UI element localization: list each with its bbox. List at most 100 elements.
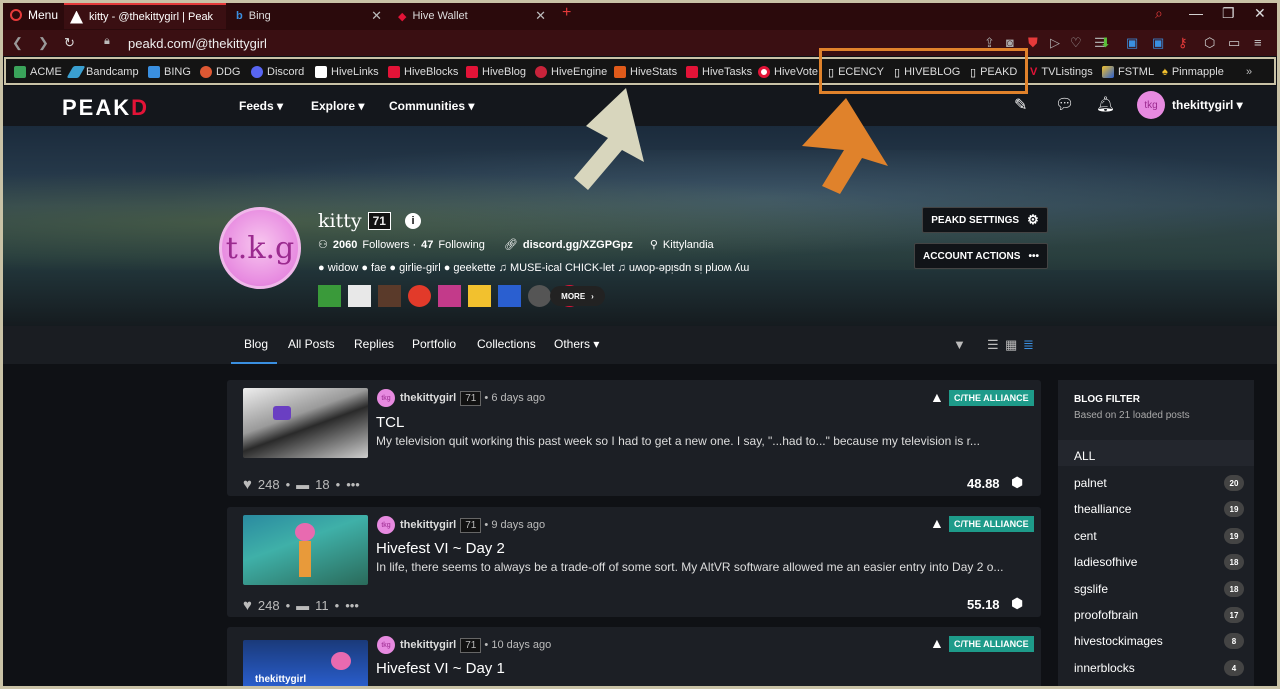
- close-tab-icon[interactable]: ✕: [535, 8, 546, 24]
- bookmark-hivetasks[interactable]: HiveTasks: [686, 64, 752, 80]
- post-thumbnail[interactable]: [243, 515, 368, 585]
- nav-communities[interactable]: Communities ▾: [389, 99, 474, 113]
- community-tag[interactable]: C/THE ALLIANCE: [949, 390, 1034, 406]
- bookmark-acme[interactable]: ACME: [14, 64, 62, 80]
- account-actions-button[interactable]: ACCOUNT ACTIONS •••: [914, 243, 1048, 269]
- post-title[interactable]: TCL: [376, 414, 404, 431]
- post-title[interactable]: Hivefest VI ~ Day 1: [376, 660, 505, 677]
- extension-icon[interactable]: ▣: [1126, 35, 1138, 51]
- forward-icon[interactable]: ❯: [38, 35, 49, 51]
- following-count[interactable]: 47: [421, 239, 433, 251]
- info-icon[interactable]: i: [404, 213, 421, 229]
- badge-icon[interactable]: [498, 285, 521, 307]
- filter-item[interactable]: cent 19: [1074, 528, 1244, 544]
- bookmark-hivevote[interactable]: HiveVote: [758, 64, 818, 80]
- close-tab-icon[interactable]: ✕: [371, 8, 382, 24]
- filter-item[interactable]: thealliance 19: [1074, 501, 1244, 517]
- post-thumbnail[interactable]: [243, 388, 368, 458]
- community-tag[interactable]: C/THE ALLIANCE: [949, 516, 1034, 532]
- peakd-logo[interactable]: PEAKD: [62, 95, 149, 121]
- author-name[interactable]: thekittygirl: [400, 519, 456, 531]
- author-avatar[interactable]: tkg: [377, 636, 395, 654]
- badge-icon[interactable]: [318, 285, 341, 307]
- filter-item[interactable]: palnet 20: [1074, 475, 1244, 491]
- filter-icon[interactable]: ▼: [953, 337, 966, 352]
- bookmark-hivelinks[interactable]: HiveLinks: [315, 64, 379, 80]
- maximize-icon[interactable]: ❐: [1222, 5, 1235, 22]
- heart-icon[interactable]: ♡: [1070, 35, 1082, 51]
- send-icon[interactable]: ▷: [1050, 35, 1060, 51]
- more-badges-button[interactable]: MORE ›: [550, 286, 605, 306]
- back-icon[interactable]: ❮: [12, 35, 23, 51]
- download-icon[interactable]: ⬇: [1100, 35, 1111, 51]
- browser-menu-button[interactable]: Menu: [4, 4, 64, 26]
- battery-icon[interactable]: ▭: [1228, 35, 1240, 51]
- chat-icon[interactable]: 💬︎: [1055, 95, 1074, 113]
- post-title[interactable]: Hivefest VI ~ Day 2: [376, 540, 505, 557]
- bookmark-hiveengine[interactable]: HiveEngine: [535, 64, 607, 80]
- comment-icon[interactable]: ▬: [296, 598, 309, 613]
- heart-icon[interactable]: ♥: [243, 476, 252, 493]
- search-tabs-icon[interactable]: ⌕: [1155, 5, 1163, 22]
- bookmark-hiveblocks[interactable]: HiveBlocks: [388, 64, 458, 80]
- author-name[interactable]: thekittygirl: [400, 639, 456, 651]
- badge-icon[interactable]: [378, 285, 401, 307]
- more-dots-icon[interactable]: •••: [346, 477, 360, 492]
- badge-icon[interactable]: [438, 285, 461, 307]
- profile-avatar[interactable]: t.k.g: [219, 207, 301, 289]
- comment-icon[interactable]: ▬: [296, 477, 309, 492]
- reload-icon[interactable]: ↻: [64, 35, 75, 51]
- minimize-icon[interactable]: —: [1189, 5, 1203, 21]
- grid-view-icon[interactable]: ▦: [1005, 337, 1017, 353]
- bookmark-tvlistings[interactable]: V TVListings: [1030, 64, 1093, 80]
- more-dots-icon[interactable]: •••: [345, 598, 359, 613]
- pencil-icon[interactable]: ✎: [1014, 95, 1027, 115]
- cube-icon[interactable]: ⬡: [1204, 35, 1215, 51]
- nav-explore[interactable]: Explore ▾: [311, 99, 364, 113]
- author-name[interactable]: thekittygirl: [400, 392, 456, 404]
- bookmark-ddg[interactable]: DDG: [200, 64, 240, 80]
- filter-item[interactable]: proofofbrain 17: [1074, 607, 1244, 623]
- post-excerpt[interactable]: In life, there seems to always be a trad…: [376, 560, 1026, 574]
- avatar[interactable]: tkg: [1137, 91, 1165, 119]
- post-excerpt[interactable]: My television quit working this past wee…: [376, 434, 1026, 448]
- key-icon[interactable]: ⚷: [1178, 35, 1188, 51]
- heart-icon[interactable]: ♥: [243, 597, 252, 614]
- bookmark-discord[interactable]: Discord: [251, 64, 304, 80]
- website-link[interactable]: discord.gg/XZGPGpz: [523, 239, 633, 251]
- filter-all[interactable]: ALL: [1074, 449, 1244, 463]
- badge-icon[interactable]: [348, 285, 371, 307]
- tab-collections[interactable]: Collections: [477, 337, 536, 351]
- bell-icon[interactable]: 🔔︎: [1096, 95, 1115, 113]
- url-field[interactable]: peakd.com/@thekittygirl: [128, 36, 267, 51]
- post-card[interactable]: tkg thekittygirl 71 • 6 days ago ▲ C/THE …: [227, 380, 1041, 496]
- bookmark-fstml[interactable]: FSTML: [1102, 64, 1154, 80]
- badge-icon[interactable]: [528, 285, 551, 307]
- tab-replies[interactable]: Replies: [354, 337, 394, 351]
- settings-sliders-icon[interactable]: ≡: [1254, 35, 1262, 50]
- followers-count[interactable]: 2060: [333, 239, 357, 251]
- post-thumbnail[interactable]: thekittygirl: [243, 640, 368, 689]
- user-menu[interactable]: thekittygirl ▾: [1172, 98, 1243, 112]
- filter-item[interactable]: hivestockimages 8: [1074, 633, 1244, 649]
- more-bookmarks-icon[interactable]: »: [1246, 64, 1252, 80]
- filter-item[interactable]: sgslife 18: [1074, 581, 1244, 597]
- new-tab-icon[interactable]: +: [562, 4, 571, 22]
- filter-item[interactable]: innerblocks 4: [1074, 660, 1244, 676]
- badge-icon[interactable]: [408, 285, 431, 307]
- tab-hive-wallet[interactable]: ◆ Hive Wallet ✕: [392, 3, 554, 29]
- post-card[interactable]: tkg thekittygirl 71 • 9 days ago ▲ C/THE …: [227, 507, 1041, 617]
- tab-bing[interactable]: b Bing ✕: [230, 3, 390, 29]
- tab-peakd[interactable]: kitty - @thekittygirl | Peak: [64, 3, 226, 29]
- bookmark-hivestats[interactable]: HiveStats: [614, 64, 677, 80]
- tab-portfolio[interactable]: Portfolio: [412, 337, 456, 351]
- community-tag[interactable]: C/THE ALLIANCE: [949, 636, 1034, 652]
- author-avatar[interactable]: tkg: [377, 516, 395, 534]
- post-card[interactable]: thekittygirl tkg thekittygirl 71 • 10 day…: [227, 627, 1041, 689]
- bookmark-pinmapple[interactable]: ♠ Pinmapple: [1162, 64, 1224, 80]
- nav-feeds[interactable]: Feeds ▾: [239, 99, 283, 113]
- close-window-icon[interactable]: ✕: [1254, 5, 1266, 22]
- author-avatar[interactable]: tkg: [377, 389, 395, 407]
- bookmark-bandcamp[interactable]: Bandcamp: [66, 64, 139, 80]
- filter-item[interactable]: ladiesofhive 18: [1074, 554, 1244, 570]
